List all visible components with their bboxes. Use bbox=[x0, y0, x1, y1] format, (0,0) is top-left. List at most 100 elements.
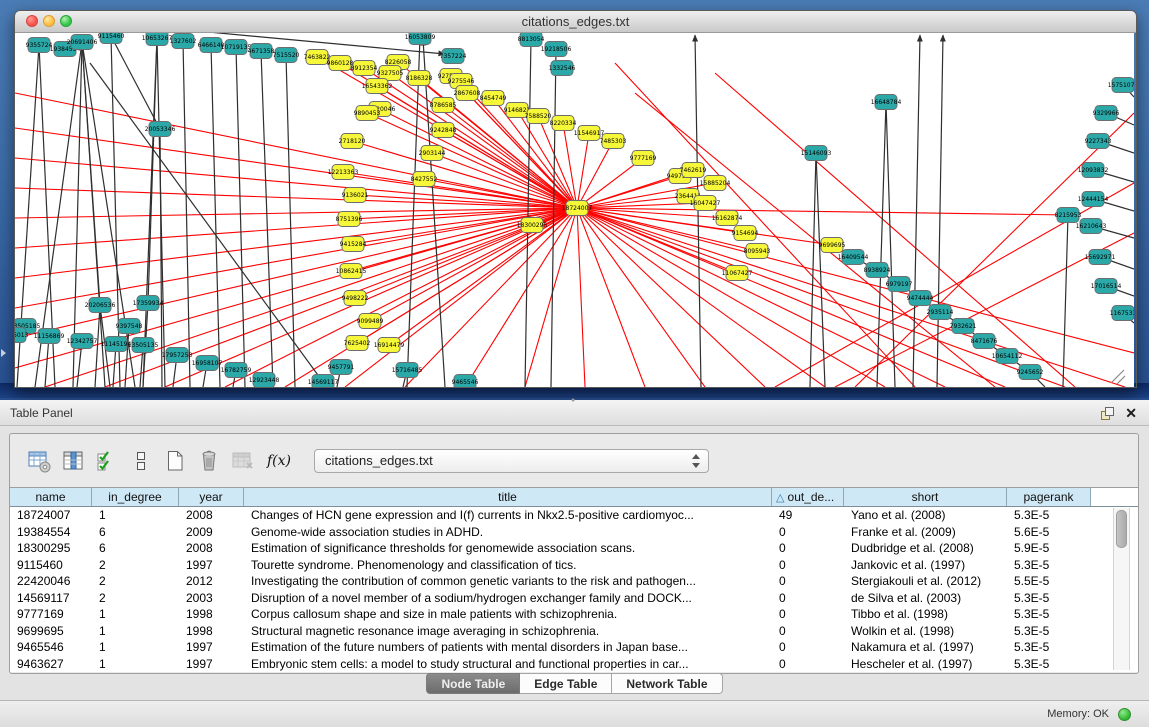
table-cell[interactable]: 1997 bbox=[179, 557, 244, 574]
network-node[interactable]: 16409544 bbox=[838, 250, 869, 265]
network-node[interactable]: 9099489 bbox=[357, 314, 384, 329]
table-cell[interactable]: 5.6E-5 bbox=[1007, 524, 1091, 541]
network-node[interactable]: 9154694 bbox=[732, 226, 759, 241]
table-cell[interactable]: Tourette syndrome. Phenomenology and cla… bbox=[244, 557, 772, 574]
table-cell[interactable]: Wolkin et al. (1998) bbox=[844, 623, 1007, 640]
network-node[interactable]: 8912354 bbox=[351, 61, 378, 76]
table-scrollbar[interactable] bbox=[1113, 508, 1130, 670]
table-cell[interactable]: 5.3E-5 bbox=[1007, 590, 1091, 607]
column-header-year[interactable]: year bbox=[179, 488, 244, 506]
network-node[interactable]: 12444154 bbox=[1078, 192, 1109, 207]
table-cell[interactable]: Changes of HCN gene expression and I(f) … bbox=[244, 507, 772, 524]
table-cell[interactable]: 2008 bbox=[179, 540, 244, 557]
network-node[interactable]: 1167533 bbox=[1110, 306, 1134, 321]
table-cell[interactable]: de Silva et al. (2003) bbox=[844, 590, 1007, 607]
table-cell[interactable]: 0 bbox=[772, 590, 844, 607]
network-node[interactable]: 9115460 bbox=[98, 33, 125, 44]
window-close-button[interactable] bbox=[26, 15, 38, 27]
function-builder-button[interactable]: f(x) bbox=[262, 445, 296, 477]
column-header-title[interactable]: title bbox=[244, 488, 772, 506]
network-node[interactable]: 9474444 bbox=[907, 291, 934, 306]
window-titlebar[interactable]: citations_edges.txt bbox=[15, 11, 1136, 33]
table-cell[interactable]: 1 bbox=[92, 606, 179, 623]
network-node[interactable]: 9245652 bbox=[1017, 365, 1044, 380]
network-node[interactable]: 6979197 bbox=[886, 277, 913, 292]
table-cell[interactable]: Investigating the contribution of common… bbox=[244, 573, 772, 590]
table-cell[interactable]: 9699695 bbox=[10, 623, 92, 640]
table-cell[interactable]: 5.3E-5 bbox=[1007, 507, 1091, 524]
table-row[interactable]: 946362711997Embryonic stem cells: a mode… bbox=[10, 656, 1138, 673]
network-node[interactable]: 15885204 bbox=[700, 176, 731, 191]
network-node[interactable]: 15716485 bbox=[392, 363, 423, 378]
network-node[interactable]: 9227343 bbox=[1085, 134, 1112, 149]
column-header-name[interactable]: name bbox=[10, 488, 92, 506]
window-minimize-button[interactable] bbox=[43, 15, 55, 27]
table-row[interactable]: 1938455462009Genome-wide association stu… bbox=[10, 524, 1138, 541]
table-cell[interactable]: 5.3E-5 bbox=[1007, 639, 1091, 656]
network-node[interactable]: 16162874 bbox=[712, 211, 743, 226]
table-cell[interactable]: 2 bbox=[92, 557, 179, 574]
table-cell[interactable]: Disruption of a novel member of a sodium… bbox=[244, 590, 772, 607]
tab-edge-table[interactable]: Edge Table bbox=[520, 673, 612, 694]
network-node[interactable]: 2903144 bbox=[419, 146, 446, 161]
table-cell[interactable]: 0 bbox=[772, 656, 844, 673]
network-view-canvas[interactable]: 9355724193845542069140691154601065326713… bbox=[15, 33, 1134, 387]
table-cell[interactable]: 1998 bbox=[179, 606, 244, 623]
table-cell[interactable]: 0 bbox=[772, 606, 844, 623]
table-cell[interactable]: 0 bbox=[772, 639, 844, 656]
table-cell[interactable]: Dudbridge et al. (2008) bbox=[844, 540, 1007, 557]
table-row[interactable]: 911546021997Tourette syndrome. Phenomeno… bbox=[10, 557, 1138, 574]
network-node[interactable]: 16782759 bbox=[221, 363, 252, 378]
network-node[interactable]: 10653267 bbox=[142, 33, 173, 46]
network-node[interactable]: 8095943 bbox=[744, 244, 771, 259]
network-node[interactable]: 14569117 bbox=[308, 375, 339, 388]
canvas-resize-grip[interactable] bbox=[1111, 370, 1125, 384]
table-settings-button[interactable] bbox=[24, 445, 54, 477]
table-cell[interactable]: 1 bbox=[92, 507, 179, 524]
column-header-short[interactable]: short bbox=[844, 488, 1007, 506]
network-node[interactable]: 16958107 bbox=[192, 356, 223, 371]
network-node[interactable]: 12093832 bbox=[1078, 163, 1109, 178]
network-node[interactable]: 16543362 bbox=[362, 79, 393, 94]
splitter-handle[interactable]: ● bbox=[571, 399, 578, 403]
float-panel-icon[interactable] bbox=[1100, 406, 1115, 421]
tab-node-table[interactable]: Node Table bbox=[426, 673, 520, 694]
table-cell[interactable]: 0 bbox=[772, 623, 844, 640]
table-cell[interactable]: 2008 bbox=[179, 507, 244, 524]
network-node[interactable]: 2935114 bbox=[927, 305, 954, 320]
table-cell[interactable]: 9115460 bbox=[10, 557, 92, 574]
table-cell[interactable]: 5.3E-5 bbox=[1007, 656, 1091, 673]
column-header-out_de[interactable]: △ out_de... bbox=[772, 488, 844, 506]
network-node[interactable]: 1332546 bbox=[549, 61, 576, 76]
network-node[interactable]: 11156869 bbox=[34, 329, 65, 344]
table-selector-dropdown[interactable]: citations_edges.txt bbox=[314, 449, 709, 473]
network-node[interactable]: 7485303 bbox=[600, 134, 627, 149]
network-node[interactable]: 9498222 bbox=[342, 291, 369, 306]
network-node[interactable]: 9465546 bbox=[452, 375, 479, 388]
table-cell[interactable]: Embryonic stem cells: a model to study s… bbox=[244, 656, 772, 673]
table-cell[interactable]: 0 bbox=[772, 524, 844, 541]
table-cell[interactable]: 2009 bbox=[179, 524, 244, 541]
table-cell[interactable]: 5.3E-5 bbox=[1007, 557, 1091, 574]
network-node[interactable]: 9242848 bbox=[430, 123, 457, 138]
network-node[interactable]: 13505135 bbox=[128, 338, 159, 353]
window-zoom-button[interactable] bbox=[60, 15, 72, 27]
table-cell[interactable]: 1998 bbox=[179, 623, 244, 640]
scrollbar-thumb[interactable] bbox=[1116, 510, 1127, 548]
table-cell[interactable]: 14569117 bbox=[10, 590, 92, 607]
network-node[interactable]: 7588520 bbox=[525, 109, 552, 124]
table-cell[interactable]: 1 bbox=[92, 623, 179, 640]
network-node[interactable]: 11067427 bbox=[722, 266, 753, 281]
network-node[interactable]: 8220334 bbox=[550, 116, 577, 131]
network-node[interactable]: 8186328 bbox=[406, 71, 433, 86]
network-node[interactable]: 8813054 bbox=[518, 33, 545, 47]
table-cell[interactable]: 0 bbox=[772, 540, 844, 557]
table-cell[interactable]: 1 bbox=[92, 656, 179, 673]
network-node[interactable]: 9329966 bbox=[1093, 106, 1120, 121]
panel-collapse-arrow[interactable] bbox=[1, 349, 6, 357]
network-node[interactable]: 8471676 bbox=[971, 334, 998, 349]
network-node[interactable]: 9860128 bbox=[327, 56, 354, 71]
network-node[interactable]: 10862415 bbox=[336, 264, 367, 279]
network-node[interactable]: 8751396 bbox=[336, 212, 363, 227]
network-node[interactable]: 10654112 bbox=[992, 349, 1023, 364]
